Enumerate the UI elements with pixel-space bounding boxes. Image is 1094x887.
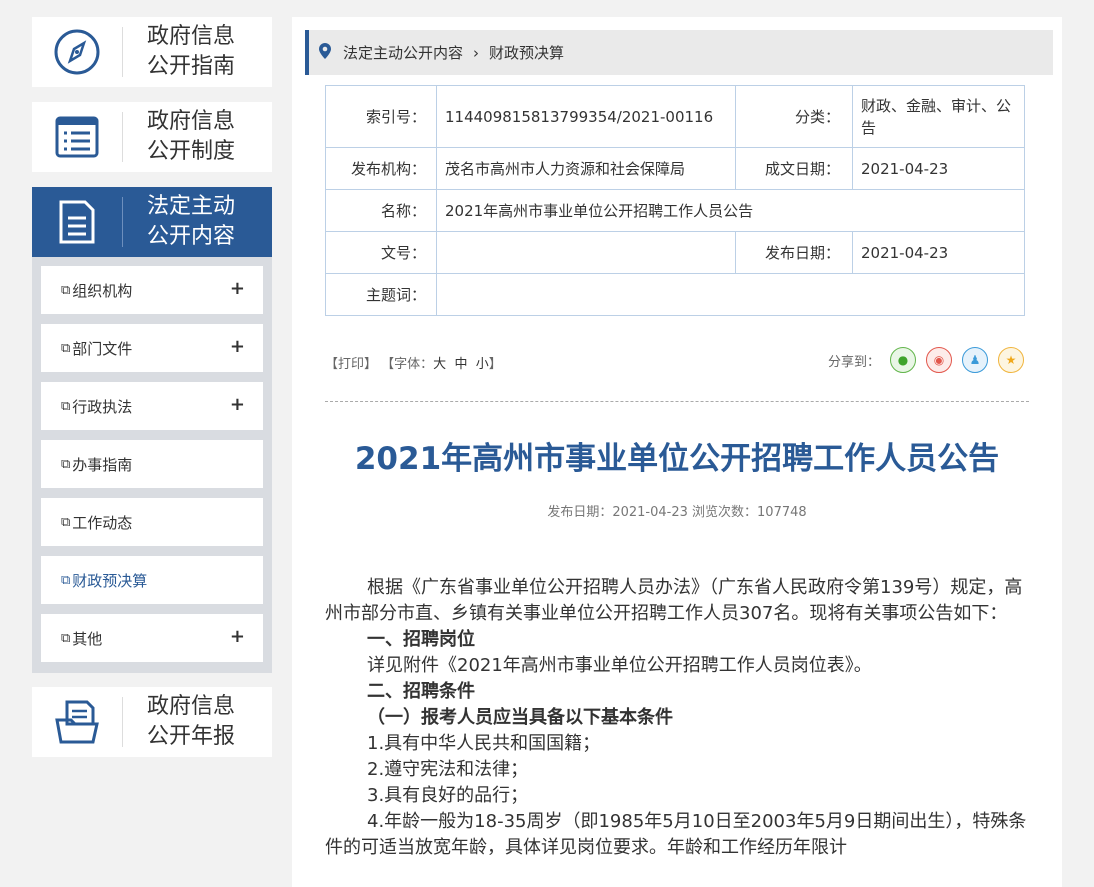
card-title-line2: 公开指南 [147,54,236,79]
paragraph: 详见附件《2021年高州市事业单位公开招聘工作人员岗位表》。 [367,655,872,676]
card-title-line1: 政府信息 [147,109,236,134]
page-tools: 【打印】 【字体：大 中 小】 [325,353,502,372]
submenu-label: 办事指南 [72,455,133,474]
written-date-label: 成文日期： [735,147,853,190]
submenu-label: 行政执法 [72,397,133,416]
publisher-value: 茂名市高州市人力资源和社会保障局 [436,147,736,190]
expand-icon[interactable]: + [230,394,245,415]
wechat-icon[interactable]: ● [890,347,916,373]
card-title-line2: 公开制度 [147,139,236,164]
submenu-label: 其他 [72,629,103,648]
card-annual-report[interactable]: 政府信息 公开年报 [32,687,272,757]
article-pub-info: 发布日期：2021-04-23 浏览次数：107748 [547,505,807,520]
submenu-item-enforcement[interactable]: ⧉ 行政执法 + [41,382,263,430]
font-large-link[interactable]: 大 [433,357,446,372]
font-small-link[interactable]: 小 [476,357,489,372]
section-heading: 二、招聘条件 [367,681,475,702]
breadcrumb: 法定主动公开内容 › 财政预决算 [305,30,1053,75]
expand-icon[interactable]: + [230,278,245,299]
submenu-item-org[interactable]: ⧉ 组织机构 + [41,266,263,314]
share-label: 分享到： [827,354,880,370]
breadcrumb-level2[interactable]: 财政预决算 [489,42,564,63]
submenu-label: 财政预决算 [72,571,148,590]
compass-icon [32,28,122,76]
location-pin-icon [319,42,331,63]
keywords-value [436,273,1025,316]
card-title-line2: 公开内容 [147,224,236,249]
print-link[interactable]: 【打印】 [325,357,377,372]
index-value: 114409815813799354/2021-00116 [436,85,736,148]
name-value: 2021年高州市事业单位公开招聘工作人员公告 [436,189,1025,232]
card-title-line2: 公开年报 [147,724,236,749]
breadcrumb-level1[interactable]: 法定主动公开内容 [343,42,463,63]
paragraph: 1.具有中华人民共和国国籍； [367,733,601,754]
card-title-line1: 政府信息 [147,24,236,49]
doc-no-value [436,231,736,274]
submenu-label: 部门文件 [72,339,133,358]
submenu-item-service-guide[interactable]: ⧉ 办事指南 [41,440,263,488]
font-size-prefix: 【字体： [381,357,434,372]
font-medium-link[interactable]: 中 [454,357,467,372]
share-bar: 分享到： ● ◉ ♟ ★ [828,347,1024,373]
folder-document-icon [32,698,122,746]
page-icon: ⧉ [61,630,71,646]
submenu-item-budget[interactable]: ⧉ 财政预决算 [41,556,263,604]
submenu-label: 组织机构 [72,281,133,300]
submenu-item-news[interactable]: ⧉ 工作动态 [41,498,263,546]
paragraph: 3.具有良好的品行； [367,785,529,806]
name-label: 名称： [325,189,437,232]
card-title-line1: 政府信息 [147,694,236,719]
keywords-label: 主题词： [325,273,437,316]
written-date-value: 2021-04-23 [852,147,1025,190]
article-body: 根据《广东省事业单位公开招聘人员办法》（广东省人民政府令第139号）规定，高州市… [325,575,1031,861]
sidebar: 政府信息 公开指南 政府信息 公开制度 法定主动 公开内容 ⧉ 组织机构 + ⧉ 部门文件 +… [32,17,272,772]
card-info-system[interactable]: 政府信息 公开制度 [32,102,272,172]
page-icon: ⧉ [61,340,71,356]
card-info-guide[interactable]: 政府信息 公开指南 [32,17,272,87]
paragraph: 根据《广东省事业单位公开招聘人员办法》（广东省人民政府令第139号）规定，高州市… [325,577,1023,624]
submenu-item-other[interactable]: ⧉ 其他 + [41,614,263,662]
page-icon: ⧉ [61,456,71,472]
category-value: 财政、金融、审计、公告 [852,85,1025,148]
pub-date-value: 2021-04-23 [852,231,1025,274]
publisher-label: 发布机构： [325,147,437,190]
divider [325,401,1029,402]
section-heading: 一、招聘岗位 [367,629,475,650]
star-icon[interactable]: ★ [998,347,1024,373]
subsection-heading: （一）报考人员应当具备以下基本条件 [367,707,673,728]
meta-table: 索引号： 114409815813799354/2021-00116 分类： 财… [325,85,1025,316]
qq-icon[interactable]: ♟ [962,347,988,373]
submenu-label: 工作动态 [72,513,133,532]
list-document-icon [32,113,122,161]
card-statutory-content[interactable]: 法定主动 公开内容 [32,187,272,257]
doc-no-label: 文号： [325,231,437,274]
index-label: 索引号： [325,85,437,148]
font-size-suffix: 】 [488,357,502,372]
statutory-submenu: ⧉ 组织机构 + ⧉ 部门文件 + ⧉ 行政执法 + ⧉ 办事指南 ⧉ 工作动态 ⧉ 财政预决算 … [32,257,272,673]
page-icon: ⧉ [61,282,71,298]
article-title: 2021年高州市事业单位公开招聘工作人员公告 [354,441,1000,477]
page-icon: ⧉ [61,398,71,414]
paragraph: 2.遵守宪法和法律； [367,759,529,780]
page-icon: ⧉ [61,514,71,530]
category-label: 分类： [735,85,853,148]
weibo-icon[interactable]: ◉ [926,347,952,373]
pub-date-label: 发布日期： [735,231,853,274]
card-title-line1: 法定主动 [147,194,236,219]
expand-icon[interactable]: + [230,336,245,357]
main-content: 法定主动公开内容 › 财政预决算 索引号： 114409815813799354… [292,17,1062,887]
document-icon [32,198,122,246]
chevron-right-icon: › [473,43,480,62]
page-icon: ⧉ [61,572,71,588]
submenu-item-dept-docs[interactable]: ⧉ 部门文件 + [41,324,263,372]
paragraph: 4.年龄一般为18-35周岁（即1985年5月10日至2003年5月9日期间出生… [325,811,1027,858]
expand-icon[interactable]: + [230,626,245,647]
